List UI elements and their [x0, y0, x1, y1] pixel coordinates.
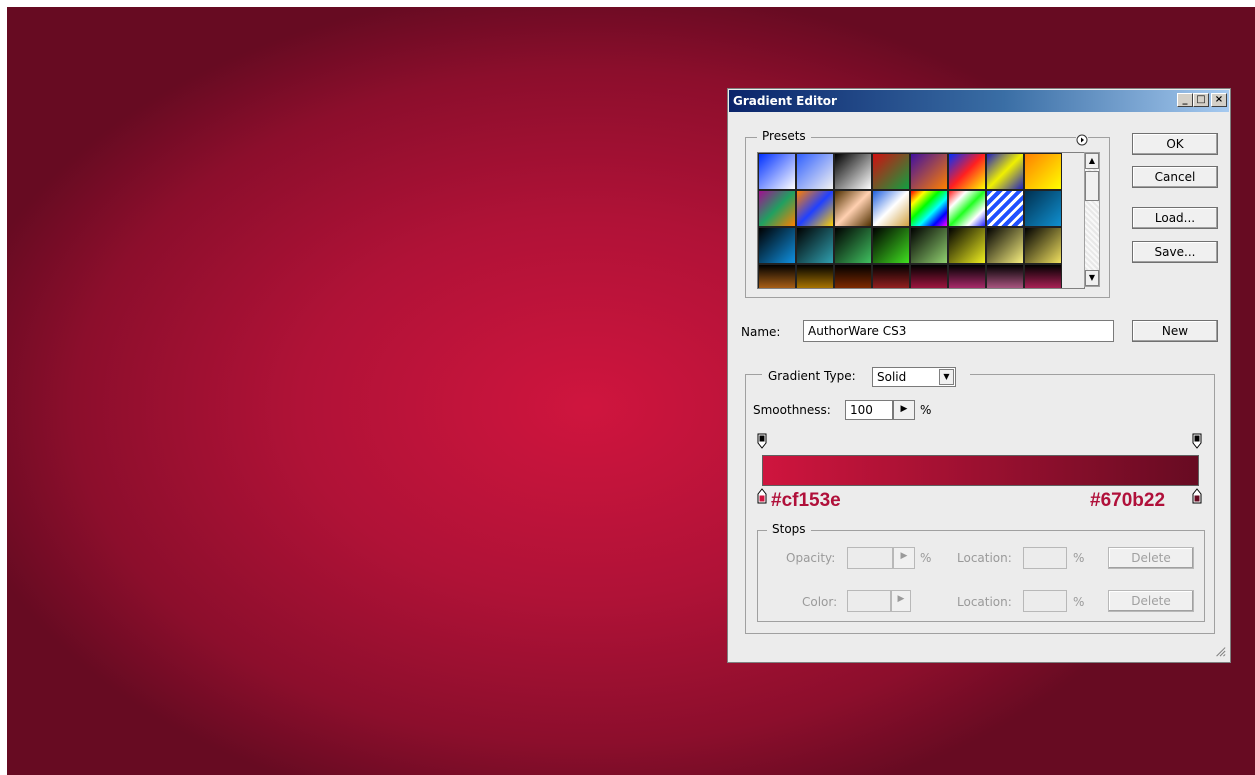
- smoothness-input[interactable]: 100: [845, 400, 893, 420]
- preset-swatch[interactable]: [758, 227, 796, 264]
- preset-swatch[interactable]: [948, 227, 986, 264]
- preset-swatch[interactable]: [796, 153, 834, 190]
- gradient-type-value: Solid: [877, 370, 907, 384]
- color-menu-arrow-icon[interactable]: ▶: [891, 590, 911, 612]
- maximize-button[interactable]: □: [1193, 93, 1209, 107]
- chevron-down-icon[interactable]: ▼: [939, 369, 954, 385]
- color-stop-right-icon[interactable]: [1192, 488, 1202, 504]
- color-location-label: Location:: [957, 595, 1012, 609]
- preset-swatch[interactable]: [872, 227, 910, 264]
- preset-swatch[interactable]: [872, 264, 910, 288]
- preset-swatch[interactable]: [910, 153, 948, 190]
- preset-swatch[interactable]: [1024, 227, 1062, 264]
- delete-color-stop-button[interactable]: Delete: [1108, 590, 1194, 612]
- preset-swatch[interactable]: [872, 153, 910, 190]
- preset-swatch[interactable]: [834, 190, 872, 227]
- preset-swatch[interactable]: [872, 190, 910, 227]
- preset-swatch[interactable]: [1024, 153, 1062, 190]
- preset-swatch[interactable]: [796, 264, 834, 288]
- preset-swatch[interactable]: [910, 227, 948, 264]
- load-button[interactable]: Load...: [1132, 207, 1218, 229]
- gradient-type-select[interactable]: Solid ▼: [872, 367, 956, 387]
- presets-legend: Presets: [757, 129, 811, 143]
- preset-swatch[interactable]: [758, 153, 796, 190]
- preset-swatch[interactable]: [910, 264, 948, 288]
- preset-swatch[interactable]: [758, 264, 796, 288]
- name-input[interactable]: AuthorWare CS3: [803, 320, 1114, 342]
- scroll-thumb[interactable]: [1085, 171, 1099, 201]
- close-button[interactable]: ×: [1211, 93, 1227, 107]
- start-color-label: #cf153e: [771, 490, 841, 511]
- color-location-input[interactable]: [1023, 590, 1067, 612]
- preset-swatch[interactable]: [948, 190, 986, 227]
- preset-swatch[interactable]: [986, 227, 1024, 264]
- opacity-label: Opacity:: [786, 551, 836, 565]
- gradient-type-row: Gradient Type: Solid ▼: [762, 367, 970, 389]
- ok-button[interactable]: OK: [1132, 133, 1218, 155]
- flyout-menu-icon[interactable]: [1076, 131, 1088, 146]
- opacity-stop-left-icon[interactable]: [757, 433, 767, 449]
- preset-swatch[interactable]: [834, 153, 872, 190]
- color-swatch-input[interactable]: [847, 590, 891, 612]
- smoothness-label: Smoothness:: [753, 403, 831, 417]
- preset-swatch[interactable]: [796, 190, 834, 227]
- preset-swatch[interactable]: [910, 190, 948, 227]
- smoothness-unit: %: [920, 403, 932, 417]
- preset-swatch[interactable]: [948, 264, 986, 288]
- scroll-down-arrow-icon[interactable]: ▼: [1085, 270, 1099, 286]
- opacity-slider-arrow-icon[interactable]: ▶: [893, 547, 915, 569]
- opacity-unit: %: [920, 551, 932, 565]
- color-location-unit: %: [1073, 595, 1085, 609]
- resize-grip-icon[interactable]: [1214, 645, 1226, 657]
- cancel-button[interactable]: Cancel: [1132, 166, 1218, 188]
- presets-swatch-grid: [757, 152, 1085, 289]
- opacity-location-label: Location:: [957, 551, 1012, 565]
- opacity-input[interactable]: [847, 547, 893, 569]
- name-label: Name:: [741, 325, 781, 339]
- preset-swatch[interactable]: [986, 153, 1024, 190]
- dialog-title: Gradient Editor: [733, 94, 837, 108]
- opacity-stop-right-icon[interactable]: [1192, 433, 1202, 449]
- smoothness-slider-arrow-icon[interactable]: ▶: [893, 400, 915, 420]
- preset-swatch[interactable]: [986, 264, 1024, 288]
- save-button[interactable]: Save...: [1132, 241, 1218, 263]
- scroll-up-arrow-icon[interactable]: ▲: [1085, 153, 1099, 169]
- gradient-preview-bar[interactable]: [762, 455, 1199, 486]
- preset-swatch[interactable]: [1024, 264, 1062, 288]
- end-color-label: #670b22: [1090, 490, 1166, 511]
- stops-legend: Stops: [767, 522, 811, 536]
- preset-swatch[interactable]: [948, 153, 986, 190]
- preset-swatch[interactable]: [758, 190, 796, 227]
- delete-opacity-stop-button[interactable]: Delete: [1108, 547, 1194, 569]
- preset-swatch[interactable]: [986, 190, 1024, 227]
- preset-swatch[interactable]: [834, 227, 872, 264]
- color-label: Color:: [802, 595, 838, 609]
- preset-swatch[interactable]: [1024, 190, 1062, 227]
- new-button[interactable]: New: [1132, 320, 1218, 342]
- preset-swatch[interactable]: [796, 227, 834, 264]
- minimize-button[interactable]: _: [1177, 93, 1193, 107]
- color-stop-left-icon[interactable]: [757, 488, 767, 504]
- preset-swatch[interactable]: [834, 264, 872, 288]
- opacity-location-input[interactable]: [1023, 547, 1067, 569]
- gradient-type-label: Gradient Type:: [768, 369, 856, 383]
- opacity-location-unit: %: [1073, 551, 1085, 565]
- presets-scrollbar[interactable]: ▲ ▼: [1084, 152, 1100, 287]
- title-bar[interactable]: Gradient Editor _ □ ×: [729, 90, 1229, 112]
